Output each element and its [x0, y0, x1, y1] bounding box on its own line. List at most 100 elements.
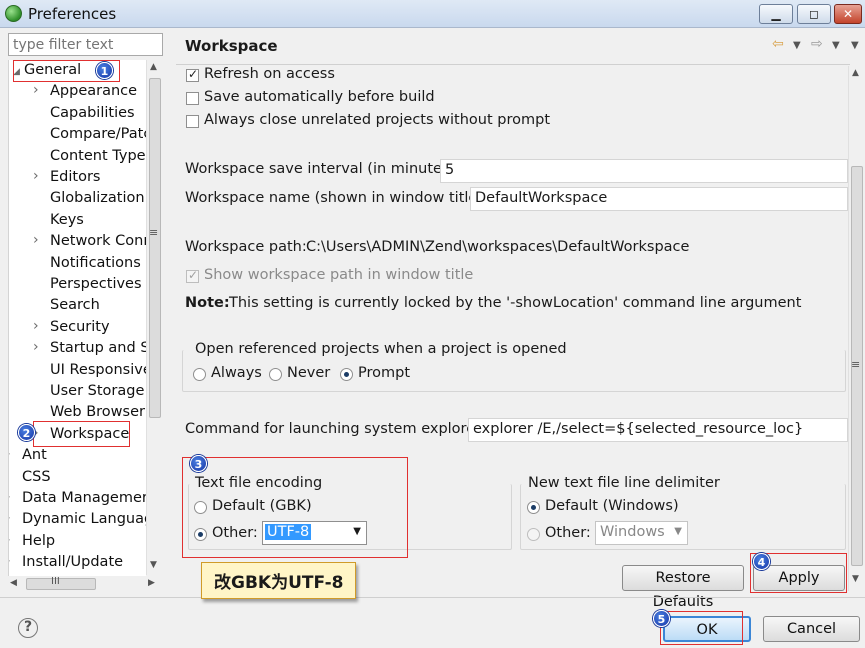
tree-item-label: UI Responsive: [50, 361, 146, 378]
chevron-down-icon: ▼: [674, 526, 682, 537]
hgrip-icon: III: [51, 576, 60, 587]
tree-item-capabilities[interactable]: Capabilities: [9, 105, 146, 126]
collapsed-arrow-icon[interactable]: ›: [9, 532, 11, 548]
footer-divider: [0, 597, 865, 598]
tree-horizontal-scrollbar[interactable]: ◀ III ▶: [8, 576, 163, 593]
tree-item-label: Network Conn: [50, 233, 146, 250]
save-interval-input[interactable]: 5: [440, 159, 848, 183]
tree-hscroll-thumb[interactable]: [26, 578, 96, 590]
maximize-button[interactable]: ◻: [797, 4, 831, 24]
workspace-name-input[interactable]: DefaultWorkspace: [470, 187, 848, 211]
window-title: Preferences: [28, 5, 117, 23]
refresh-checkbox[interactable]: [186, 67, 199, 82]
forward-menu-icon[interactable]: ▼: [832, 40, 840, 51]
always-close-checkbox[interactable]: [186, 115, 199, 128]
tree-item-label: Capabilities: [50, 104, 135, 121]
radio-prompt[interactable]: [340, 368, 353, 381]
back-arrow-icon[interactable]: ⇦: [772, 36, 784, 52]
tree-item-ui-responsive[interactable]: UI Responsive: [9, 362, 146, 383]
pane-vertical-scrollbar[interactable]: ▲ ≡ ▼: [848, 66, 865, 591]
cancel-button[interactable]: Cancel: [763, 616, 860, 642]
tree-item-install-update[interactable]: › Install/Update: [9, 553, 146, 575]
grip-icon: ≡: [851, 358, 861, 371]
tree-scroll-thumb[interactable]: [149, 78, 161, 418]
tree-item-dynamic-languages[interactable]: › Dynamic Languag: [9, 510, 146, 532]
tree-item-editors[interactable]: › Editors: [9, 168, 146, 190]
tree-item-label: Search: [50, 297, 100, 314]
collapsed-arrow-icon[interactable]: ›: [33, 168, 39, 184]
tree-item-ant[interactable]: › Ant: [9, 446, 146, 468]
minimize-button[interactable]: ▁: [759, 4, 793, 24]
tree-item-network[interactable]: › Network Conn: [9, 232, 146, 254]
restore-defaults-button[interactable]: Restore Defaults: [622, 565, 744, 610]
page-title: Workspace: [185, 37, 278, 55]
tree-item-appearance[interactable]: › Appearance: [9, 82, 146, 104]
collapsed-arrow-icon[interactable]: ›: [33, 82, 39, 98]
tree-item-content-types[interactable]: Content Types: [9, 148, 146, 169]
tree-item-css[interactable]: CSS: [9, 469, 146, 490]
delim-default-label: Default (Windows): [545, 498, 679, 514]
delim-other-radio[interactable]: [527, 528, 540, 541]
close-button[interactable]: ✕: [834, 4, 862, 24]
tree-item-label: Keys: [50, 211, 84, 228]
note-bold: Note:: [185, 295, 230, 311]
collapsed-arrow-icon[interactable]: ›: [33, 232, 39, 248]
scroll-left-icon[interactable]: ◀: [10, 578, 17, 588]
radio-prompt-label: Prompt: [358, 365, 411, 381]
delim-other-label: Other:: [545, 525, 591, 541]
collapsed-arrow-icon[interactable]: ›: [9, 489, 11, 505]
badge-5: 5: [653, 610, 670, 627]
show-path-checkbox[interactable]: [186, 268, 199, 283]
delimiter-title: New text file line delimiter: [527, 475, 721, 491]
tree-item-label: Help: [22, 532, 56, 549]
view-menu-icon[interactable]: ▼: [851, 40, 859, 51]
radio-always[interactable]: [193, 368, 206, 381]
tree-item-data-management[interactable]: › Data Managemer: [9, 489, 146, 511]
delim-default-radio[interactable]: [527, 501, 540, 514]
always-close-label: Always close unrelated projects without …: [204, 112, 551, 128]
refresh-label: Refresh on access: [204, 66, 335, 82]
tree-item-security[interactable]: › Security: [9, 318, 146, 340]
callout-note: 改GBK为UTF-8: [201, 562, 357, 599]
tree-item-label: Perspectives: [50, 276, 142, 292]
command-input[interactable]: explorer /E,/select=${selected_resource_…: [468, 418, 848, 442]
tree-item-perspectives[interactable]: Perspectives: [9, 276, 146, 297]
collapsed-arrow-icon[interactable]: ›: [9, 510, 11, 526]
badge-4: 4: [753, 553, 770, 570]
save-auto-checkbox[interactable]: [186, 92, 199, 105]
tree-item-keys[interactable]: Keys: [9, 212, 146, 233]
tree-item-label: Data Managemer: [22, 490, 146, 506]
forward-arrow-icon[interactable]: ⇨: [811, 36, 823, 52]
help-icon[interactable]: ?: [18, 618, 38, 638]
scroll-right-icon[interactable]: ▶: [148, 578, 155, 588]
collapsed-arrow-icon[interactable]: ›: [9, 553, 11, 569]
collapsed-arrow-icon[interactable]: ›: [33, 339, 39, 355]
delimiter-select-value: Windows: [600, 524, 665, 540]
scroll-down-icon[interactable]: ▼: [150, 560, 157, 570]
scroll-up-icon[interactable]: ▲: [150, 62, 157, 72]
radio-always-label: Always: [211, 365, 262, 381]
back-menu-icon[interactable]: ▼: [793, 40, 801, 51]
tree-item-help[interactable]: › Help: [9, 532, 146, 554]
tree-item-search[interactable]: Search: [9, 297, 146, 318]
header-divider: [176, 64, 850, 65]
tree-item-notifications[interactable]: Notifications: [9, 255, 146, 276]
tree-item-user-storage[interactable]: User Storage S: [9, 383, 146, 404]
delimiter-select[interactable]: Windows ▼: [595, 521, 688, 545]
tree-item-startup[interactable]: › Startup and Sh: [9, 339, 146, 361]
tree-vertical-scrollbar[interactable]: ▲ ≡ ▼: [146, 60, 163, 575]
radio-never[interactable]: [269, 368, 282, 381]
badge-3: 3: [190, 455, 207, 472]
tree-item-globalization[interactable]: Globalization: [9, 190, 146, 211]
preferences-tree: ◢ General › Appearance Capabilities Compare/P…: [8, 60, 146, 582]
grip-icon: ≡: [149, 226, 159, 239]
scroll-down-icon[interactable]: ▼: [852, 574, 859, 584]
radio-never-label: Never: [287, 365, 331, 381]
filter-input[interactable]: [8, 33, 163, 56]
tree-item-label: Editors: [50, 169, 101, 185]
collapsed-arrow-icon[interactable]: ›: [9, 446, 11, 462]
collapsed-arrow-icon[interactable]: ›: [33, 318, 39, 334]
title-bar: [0, 0, 865, 28]
scroll-up-icon[interactable]: ▲: [852, 68, 859, 78]
tree-item-compare-patch[interactable]: Compare/Patc: [9, 126, 146, 147]
